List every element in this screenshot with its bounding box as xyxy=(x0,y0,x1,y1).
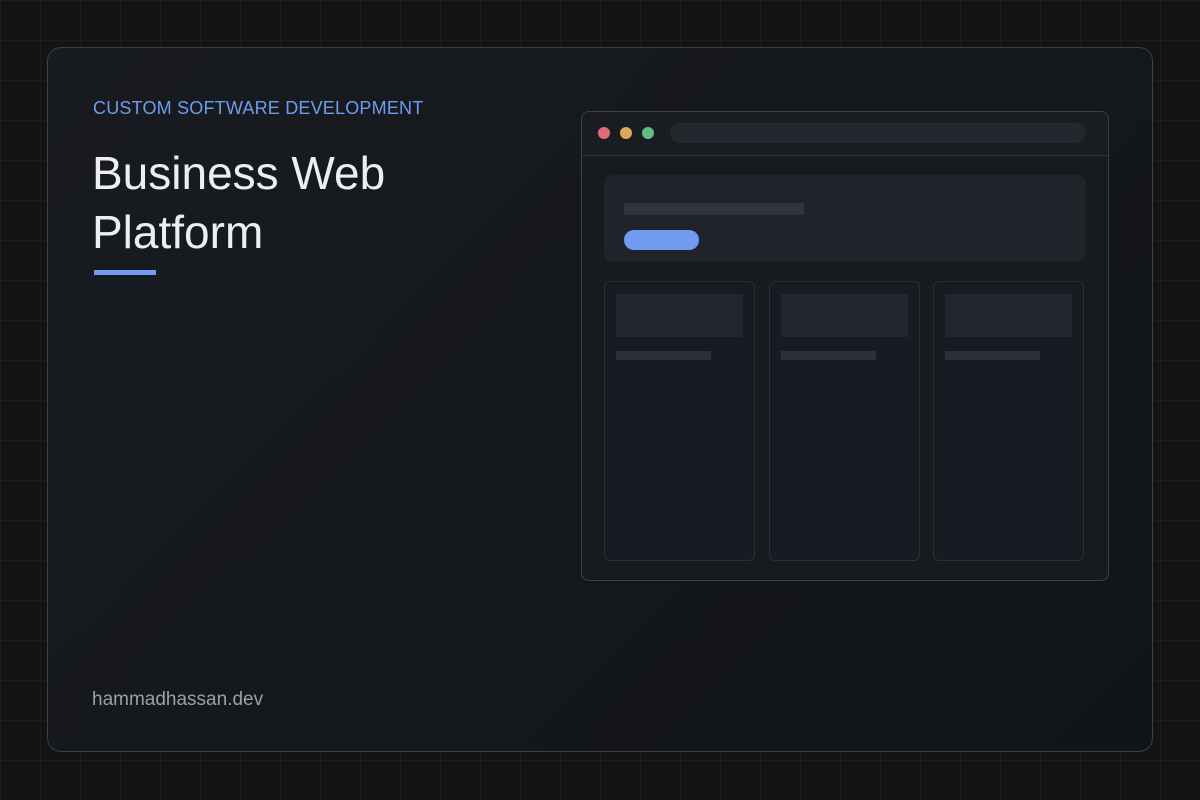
browser-mockup xyxy=(581,111,1109,581)
mockup-feature-card xyxy=(933,281,1084,561)
hero-card: CUSTOM SOFTWARE DEVELOPMENT Business Web… xyxy=(47,47,1153,752)
mockup-hero-text-placeholder xyxy=(624,203,804,215)
mockup-feature-card xyxy=(604,281,755,561)
footer-domain: hammadhassan.dev xyxy=(92,689,264,710)
mockup-feature-image-placeholder xyxy=(945,294,1072,337)
page-title: Business Web Platform xyxy=(92,147,386,258)
mockup-hero-block xyxy=(604,175,1086,262)
address-bar-placeholder xyxy=(670,123,1086,143)
mockup-feature-image-placeholder xyxy=(781,294,908,337)
title-underline xyxy=(94,270,156,275)
browser-toolbar xyxy=(582,112,1108,156)
mockup-feature-text-placeholder xyxy=(945,351,1040,360)
mockup-feature-image-placeholder xyxy=(616,294,743,337)
maximize-dot-icon xyxy=(642,127,654,139)
eyebrow-label: CUSTOM SOFTWARE DEVELOPMENT xyxy=(93,98,424,118)
close-dot-icon xyxy=(598,127,610,139)
mockup-feature-card xyxy=(769,281,920,561)
minimize-dot-icon xyxy=(620,127,632,139)
mockup-feature-text-placeholder xyxy=(616,351,711,360)
mockup-hero-button-placeholder xyxy=(624,230,699,250)
mockup-feature-text-placeholder xyxy=(781,351,876,360)
